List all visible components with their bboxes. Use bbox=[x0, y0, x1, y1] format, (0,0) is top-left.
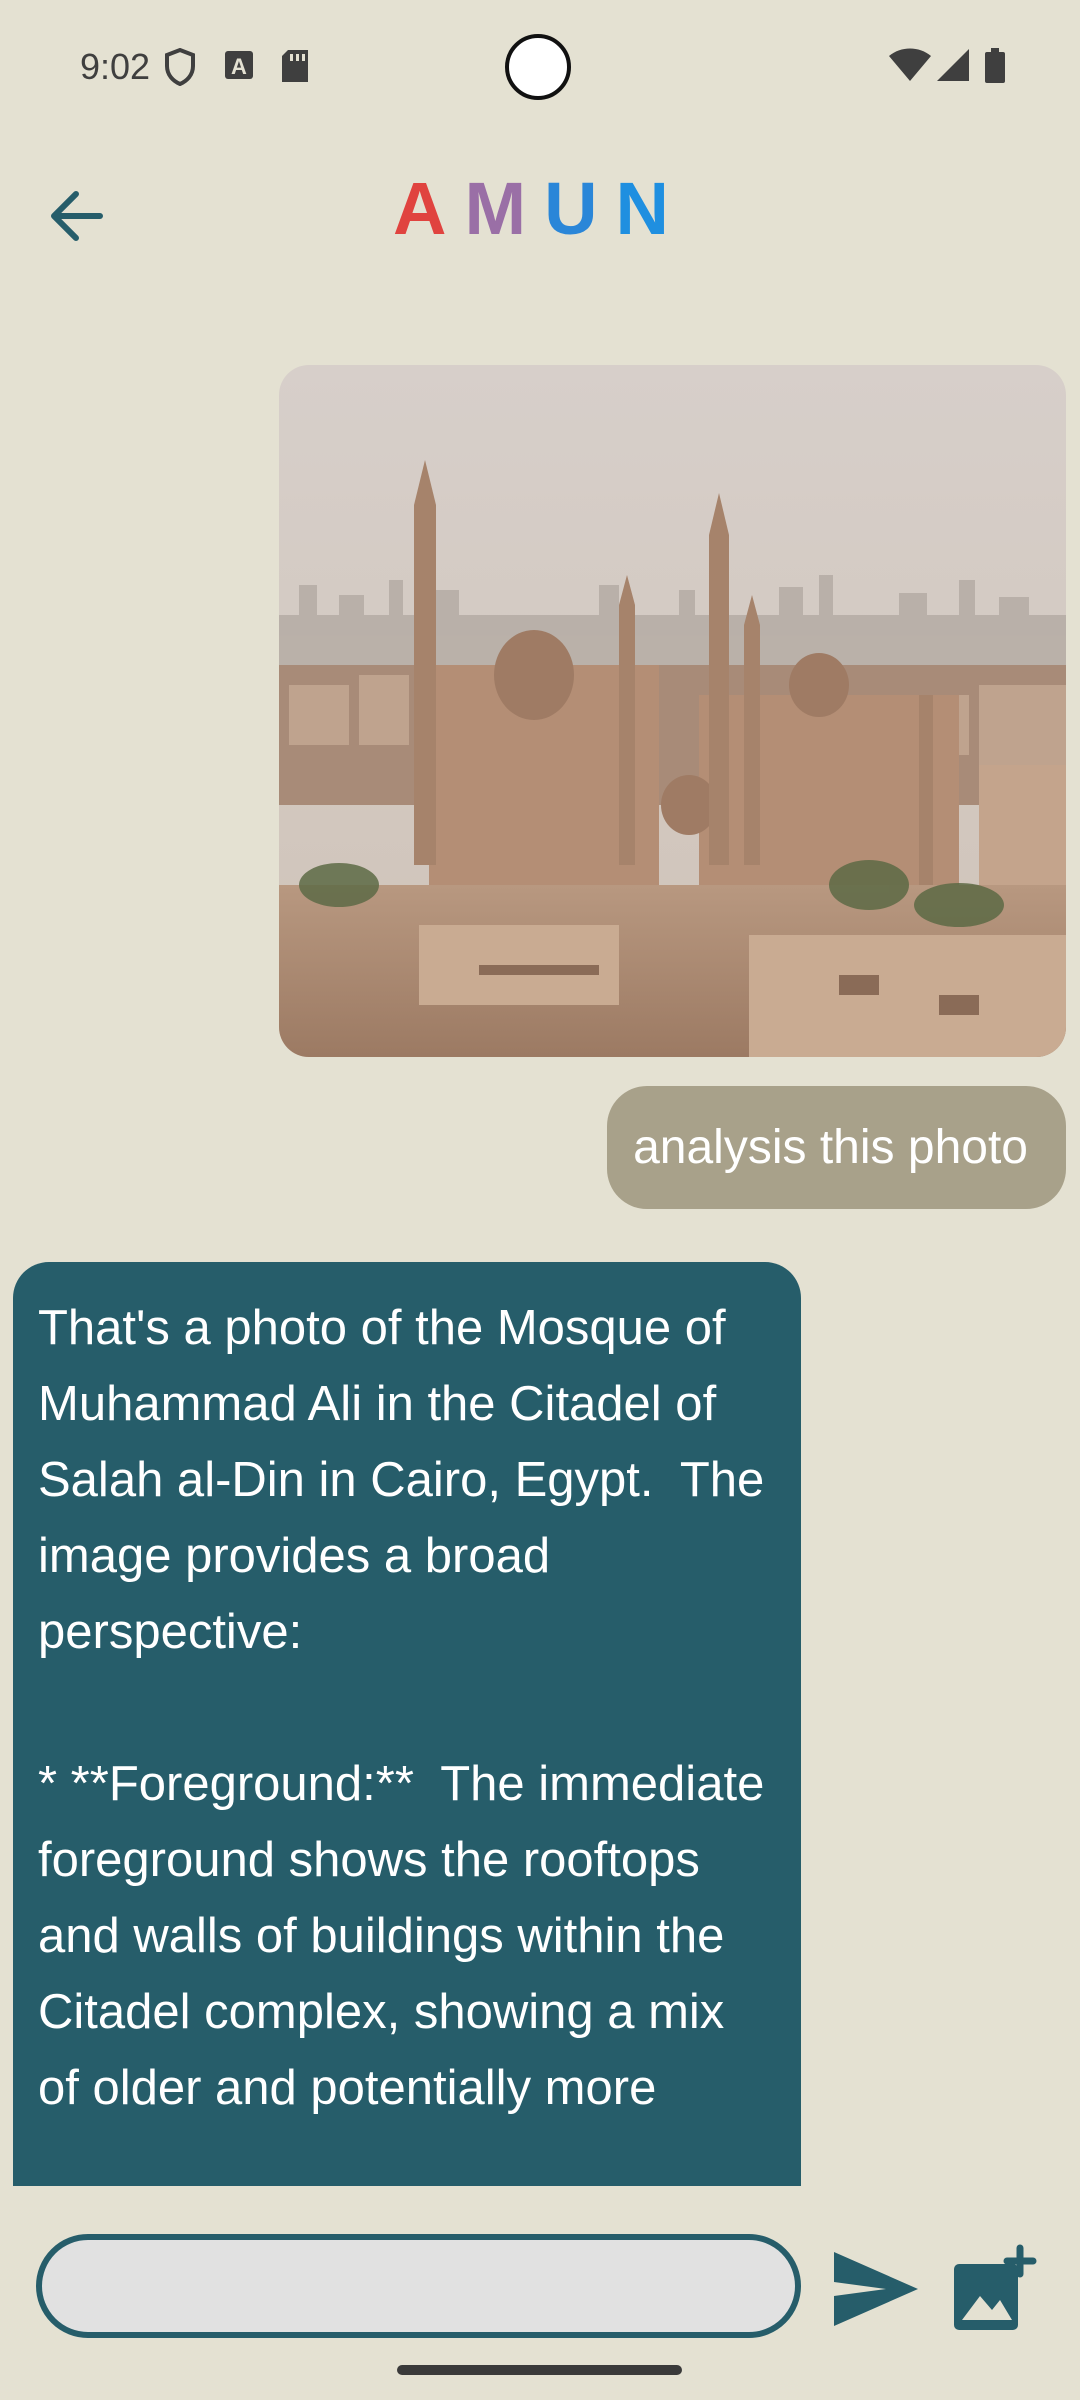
app-title: AMUN bbox=[0, 166, 1080, 251]
wifi-icon bbox=[888, 48, 932, 87]
reply-message-bubble: That's a photo of the Mosque of Muhammad… bbox=[13, 1262, 801, 2186]
mosque-photo bbox=[279, 365, 1066, 1057]
app-title-letter: M bbox=[464, 167, 545, 250]
chat-area[interactable]: analysis this photo That's a photo of th… bbox=[0, 350, 1080, 2188]
app-title-letter: N bbox=[615, 167, 687, 250]
app-title-letter: U bbox=[544, 167, 616, 250]
message-input[interactable] bbox=[36, 2234, 801, 2338]
app-header: AMUN bbox=[0, 160, 1080, 280]
shield-icon bbox=[164, 47, 196, 91]
camera-cutout bbox=[505, 34, 571, 100]
status-time: 9:02 bbox=[80, 46, 151, 87]
send-button[interactable] bbox=[830, 2246, 922, 2332]
input-bar bbox=[0, 2218, 1080, 2338]
status-bar: 9:02 A bbox=[0, 0, 1080, 140]
add-photo-icon bbox=[954, 2244, 1037, 2330]
sent-message-bubble: analysis this photo bbox=[607, 1086, 1066, 1209]
text-a-icon: A bbox=[224, 48, 254, 87]
sent-photo[interactable] bbox=[279, 365, 1066, 1057]
home-indicator[interactable] bbox=[397, 2365, 682, 2375]
send-icon bbox=[834, 2252, 918, 2326]
cell-signal-icon bbox=[936, 48, 970, 87]
app-title-letter: A bbox=[392, 167, 465, 250]
add-image-button[interactable] bbox=[950, 2244, 1040, 2334]
sd-card-icon bbox=[280, 48, 310, 89]
svg-text:A: A bbox=[231, 54, 247, 79]
battery-icon bbox=[984, 48, 1006, 89]
